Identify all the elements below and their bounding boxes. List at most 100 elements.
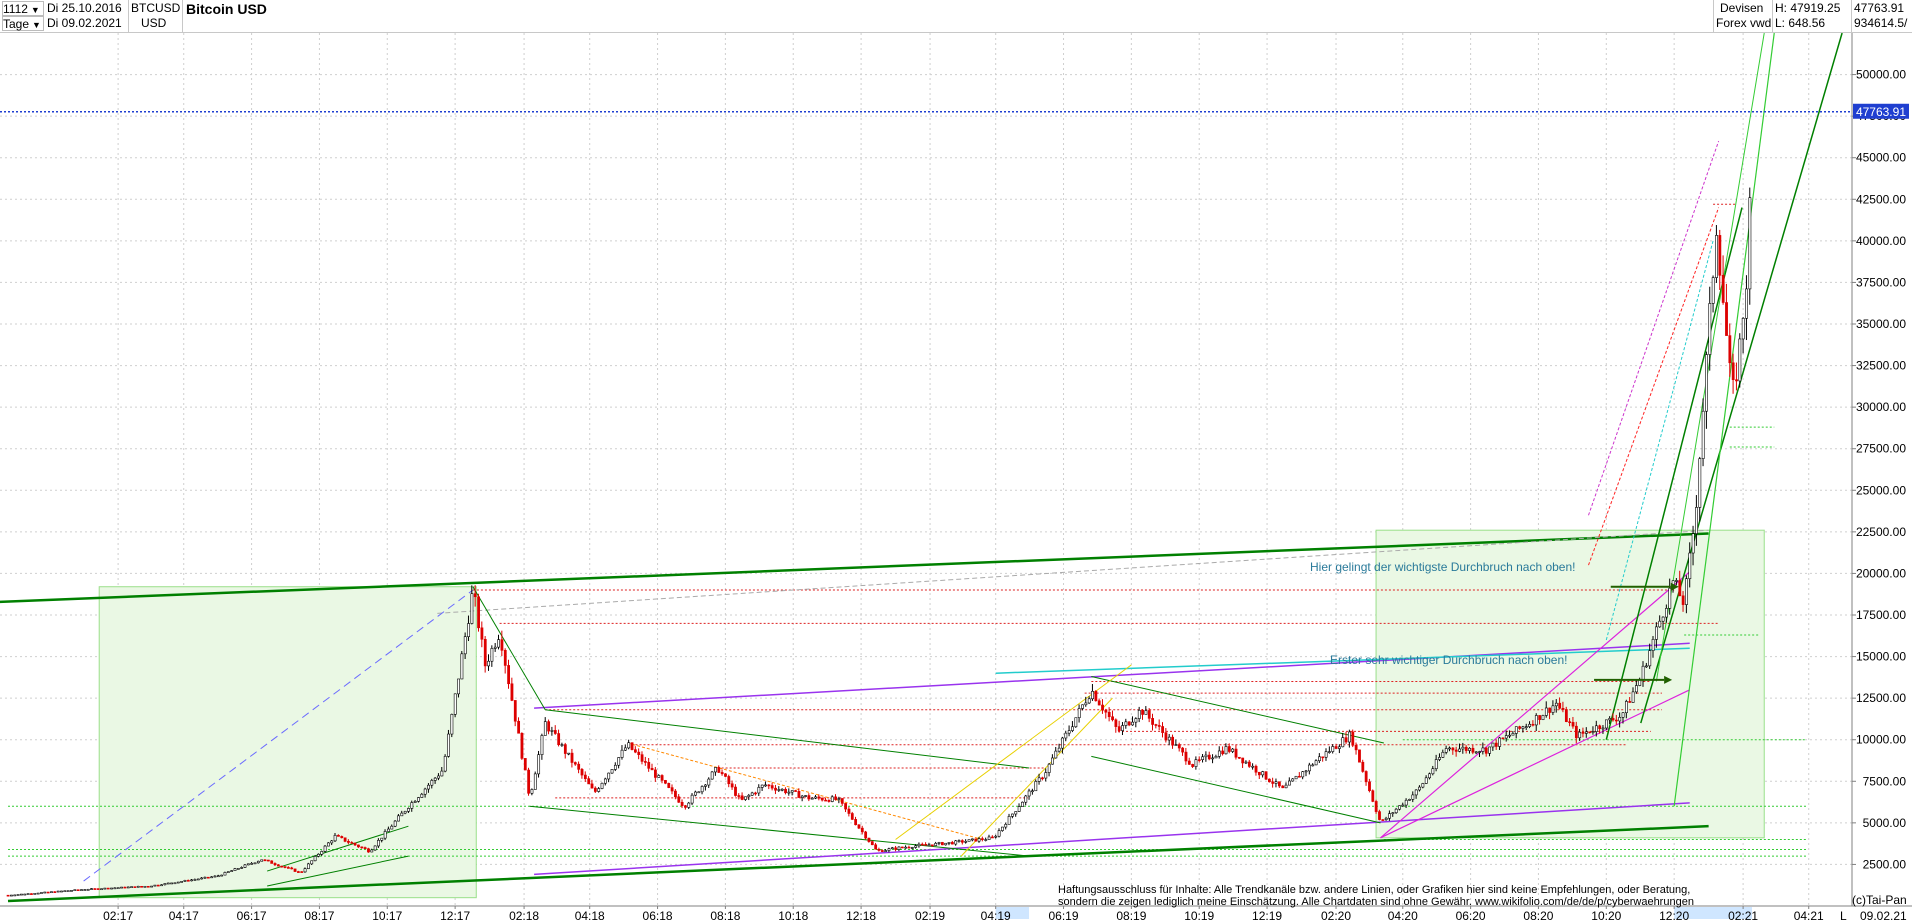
- candle-down: [1147, 710, 1151, 719]
- candle-up: [1748, 197, 1752, 290]
- candle-down: [907, 846, 911, 849]
- x-tick-label: 12:19: [1252, 909, 1282, 923]
- candle-down: [684, 805, 687, 808]
- candle-down: [847, 808, 851, 814]
- candle-up: [540, 735, 544, 755]
- candle-up: [1061, 737, 1064, 749]
- date-from[interactable]: Di 25.10.2016: [47, 1, 122, 15]
- candle-up: [1077, 708, 1081, 719]
- mode-label[interactable]: L: [1840, 909, 1847, 923]
- x-tick-label: 04:18: [575, 909, 605, 923]
- period-select[interactable]: 1112 ▼: [2, 1, 44, 16]
- annotation-first-breakout: Erster sehr wichtiger Durchbruch nach ob…: [1330, 653, 1567, 667]
- candle-down: [864, 831, 868, 839]
- candle-up: [1017, 806, 1021, 812]
- candle-down: [1151, 718, 1155, 725]
- candle-up: [1591, 731, 1595, 733]
- symbol: BTCUSD: [131, 1, 181, 15]
- candle-up: [934, 842, 938, 846]
- candle-down: [840, 798, 844, 804]
- candle-up: [130, 886, 133, 888]
- candle-up: [1044, 772, 1048, 779]
- candle-up: [627, 742, 631, 749]
- candle-up: [440, 770, 444, 777]
- candle-up: [153, 884, 157, 887]
- candle-up: [1071, 726, 1074, 731]
- candle-down: [1501, 737, 1505, 740]
- candle-up: [887, 848, 891, 851]
- candle-down: [1111, 716, 1114, 721]
- candle-up: [1007, 816, 1011, 825]
- candle-down: [1598, 725, 1602, 729]
- candle-up: [971, 838, 974, 841]
- x-tick-label: 10:20: [1591, 909, 1621, 923]
- candle-down: [1161, 726, 1165, 733]
- candle-up: [200, 877, 204, 880]
- candle-up: [984, 839, 988, 841]
- y-tick-label: 32500.00: [1856, 359, 1906, 373]
- candle-up: [1621, 712, 1625, 718]
- candle-down: [797, 791, 801, 798]
- y-tick-label: 45000.00: [1856, 151, 1906, 165]
- date-to[interactable]: Di 09.02.2021: [47, 16, 122, 30]
- y-tick-label: 12500.00: [1856, 691, 1906, 705]
- candle-down: [46, 891, 50, 894]
- x-tick-label: 08:18: [710, 909, 740, 923]
- volume-value: 934614.5/: [1854, 16, 1908, 30]
- candle-up: [997, 830, 1001, 837]
- candle-down: [1094, 691, 1098, 702]
- candle-up: [1711, 277, 1715, 304]
- candle-up: [704, 784, 707, 787]
- candle-up: [90, 888, 93, 890]
- candle-down: [1361, 761, 1365, 772]
- price-chart[interactable]: 2500.00 5000.00 7500.00 10000.00 12500.00 150…: [0, 33, 1912, 924]
- candle-up: [1064, 732, 1068, 739]
- candle-up: [1661, 616, 1665, 622]
- candle-up: [60, 890, 63, 893]
- candle-down: [1181, 747, 1185, 753]
- candle-up: [1284, 784, 1288, 789]
- candle-up: [333, 834, 337, 842]
- candle-down: [1494, 742, 1498, 747]
- candle-up: [243, 864, 247, 868]
- candle-up: [1244, 761, 1248, 764]
- candle-down: [1451, 747, 1455, 751]
- candle-down: [1344, 737, 1348, 743]
- x-tick-label: 06:18: [643, 909, 673, 923]
- candle-up: [927, 844, 931, 847]
- candle-up: [1251, 765, 1255, 768]
- candle-down: [1254, 765, 1258, 773]
- candle-down: [1107, 711, 1111, 718]
- candle-up: [1434, 759, 1438, 770]
- candle-down: [1548, 707, 1552, 713]
- y-tick-label: 17500.00: [1856, 608, 1906, 622]
- candle-up: [814, 796, 817, 799]
- candle-up: [1338, 746, 1341, 749]
- candle-up: [453, 693, 457, 715]
- candle-up: [1034, 781, 1038, 792]
- candle-up: [1578, 731, 1582, 739]
- candle-down: [794, 790, 797, 792]
- candle-up: [1604, 719, 1608, 729]
- candle-up: [433, 777, 437, 781]
- candle-up: [467, 623, 470, 637]
- interval-select[interactable]: Tage ▼: [2, 16, 44, 31]
- candle-up: [600, 782, 604, 789]
- candle-up: [1121, 725, 1124, 731]
- candle-down: [770, 785, 774, 789]
- candle-down: [894, 847, 898, 850]
- candle-up: [1655, 626, 1658, 640]
- candle-up: [390, 825, 394, 830]
- candle-down: [717, 767, 721, 773]
- candle-up: [163, 883, 167, 886]
- candle-up: [126, 886, 130, 889]
- candle-down: [1681, 595, 1685, 605]
- candle-down: [590, 783, 594, 789]
- candle-down: [293, 868, 297, 872]
- candle-up: [1144, 710, 1148, 715]
- candle-up: [1051, 757, 1054, 765]
- candle-up: [910, 847, 914, 849]
- candle-up: [100, 888, 103, 891]
- candle-up: [1404, 799, 1408, 806]
- candle-down: [1157, 725, 1161, 727]
